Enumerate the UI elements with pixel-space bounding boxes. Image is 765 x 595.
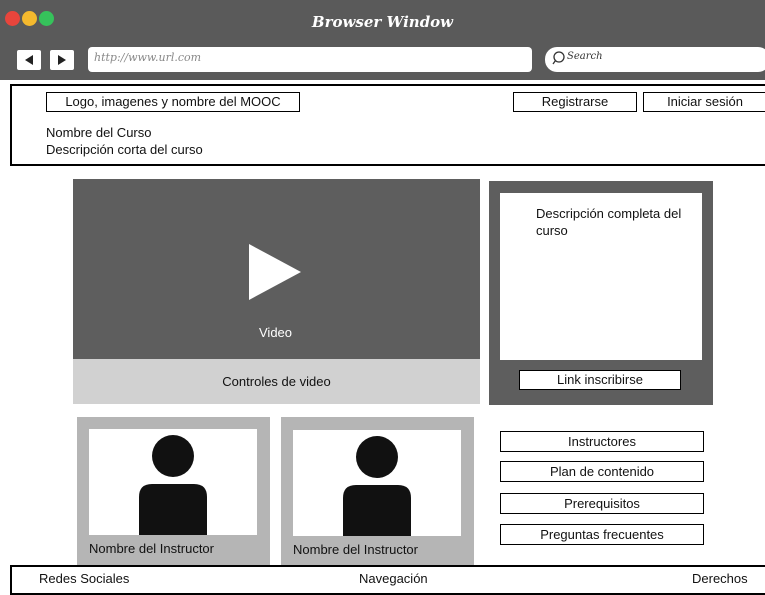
user-avatar-icon: [139, 435, 207, 535]
footer-social-links[interactable]: Redes Sociales: [39, 571, 129, 586]
play-icon[interactable]: [249, 244, 301, 300]
back-button[interactable]: [17, 50, 41, 70]
course-full-description: Descripción completa del curso: [500, 193, 702, 360]
register-button[interactable]: Registrarse: [513, 92, 637, 112]
window-title: Browser Window: [311, 13, 454, 31]
enroll-link[interactable]: Link inscribirse: [519, 370, 681, 390]
link-preguntas-frecuentes[interactable]: Preguntas frecuentes: [500, 524, 704, 545]
instructor-photo: [293, 430, 461, 536]
forward-arrow-icon: [58, 55, 66, 65]
link-instructores[interactable]: Instructores: [500, 431, 704, 452]
footer-navigation[interactable]: Navegación: [359, 571, 428, 586]
search-input[interactable]: Search: [545, 47, 765, 72]
instructor-photo: [89, 429, 257, 535]
video-controls[interactable]: Controles de video: [73, 359, 480, 404]
course-short-description: Descripción corta del curso: [46, 142, 203, 157]
user-avatar-icon: [343, 436, 411, 536]
logo-placeholder: Logo, imagenes y nombre del MOOC: [46, 92, 300, 112]
search-icon: [552, 51, 565, 65]
link-plan-de-contenido[interactable]: Plan de contenido: [500, 461, 704, 482]
url-input[interactable]: http://www.url.com: [88, 47, 532, 72]
instructor-name: Nombre del Instructor: [293, 542, 418, 557]
login-button[interactable]: Iniciar sesión: [643, 92, 765, 112]
back-arrow-icon: [25, 55, 33, 65]
video-label: Video: [259, 325, 293, 340]
instructor-name: Nombre del Instructor: [89, 541, 214, 556]
forward-button[interactable]: [50, 50, 74, 70]
course-name: Nombre del Curso: [46, 125, 152, 140]
footer-rights: Derechos: [692, 571, 748, 586]
link-prerequisitos[interactable]: Prerequisitos: [500, 493, 704, 514]
